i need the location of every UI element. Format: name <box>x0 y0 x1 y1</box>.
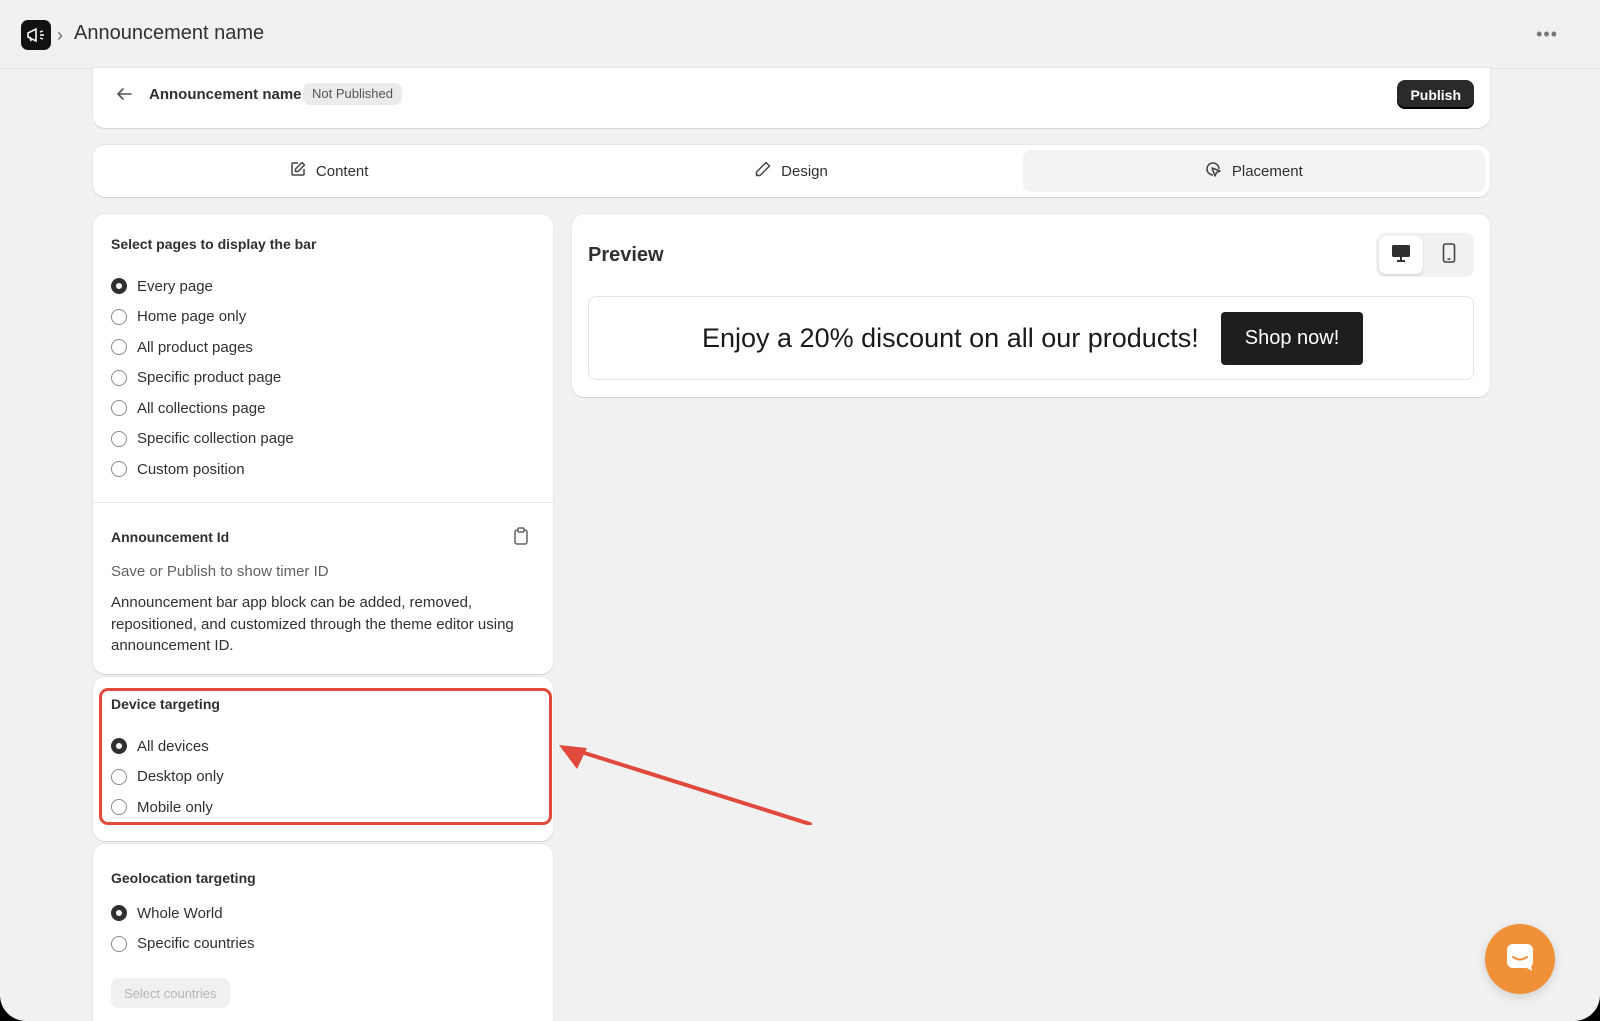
announcement-id-description: Announcement bar app block can be added,… <box>111 594 514 654</box>
announcement-header: Announcement name Not Published Publish <box>93 68 1490 128</box>
clipboard-icon[interactable] <box>513 527 529 550</box>
page-title: Announcement name <box>74 22 265 44</box>
pages-radio-group: Every page Home page only All product pa… <box>111 271 294 485</box>
radio-specific-countries[interactable]: Specific countries <box>111 929 255 960</box>
annotation-arrow-icon <box>559 745 812 825</box>
tab-placement-label: Placement <box>1231 162 1303 180</box>
radio-specific-product[interactable]: Specific product page <box>111 363 294 394</box>
pages-section-title: Select pages to display the bar <box>111 236 317 252</box>
shop-now-button[interactable]: Shop now! <box>1221 312 1363 365</box>
preview-card: Preview Enjoy a 20% discount on all our … <box>572 214 1490 397</box>
radio-label: All collections page <box>137 399 266 417</box>
radio-label: Specific collection page <box>137 430 294 448</box>
divider <box>93 502 553 503</box>
announcement-name: Announcement name <box>149 86 302 103</box>
radio-label: Home page only <box>137 308 247 326</box>
radio-button[interactable] <box>111 339 127 356</box>
desktop-preview-button[interactable] <box>1379 236 1423 274</box>
tab-design[interactable]: Design <box>560 150 1022 192</box>
radio-home-page[interactable]: Home page only <box>111 302 294 333</box>
radio-label: Specific countries <box>137 935 255 953</box>
page-selection-card: Select pages to display the bar Every pa… <box>93 214 553 674</box>
radio-button[interactable] <box>111 799 127 816</box>
radio-all-products[interactable]: All product pages <box>111 332 294 363</box>
radio-button[interactable] <box>111 369 127 386</box>
radio-button[interactable] <box>111 461 127 478</box>
radio-every-page[interactable]: Every page <box>111 271 294 302</box>
radio-custom-position[interactable]: Custom position <box>111 454 294 485</box>
app-window: › Announcement name ••• Announcement nam… <box>0 0 1600 1021</box>
announcement-id-hint: Save or Publish to show timer ID <box>111 563 329 580</box>
back-arrow-icon[interactable] <box>115 86 133 107</box>
radio-button[interactable] <box>111 308 127 325</box>
radio-all-devices[interactable]: All devices <box>111 731 224 762</box>
select-countries-button[interactable]: Select countries <box>111 978 230 1008</box>
chevron-right-icon: › <box>57 25 63 45</box>
radio-mobile-only[interactable]: Mobile only <box>111 792 224 823</box>
radio-button[interactable] <box>111 430 127 447</box>
mobile-icon <box>1442 242 1456 268</box>
publish-button[interactable]: Publish <box>1397 80 1474 109</box>
chat-launcher-button[interactable] <box>1485 924 1555 994</box>
radio-button[interactable] <box>111 768 127 785</box>
radio-specific-collection[interactable]: Specific collection page <box>111 424 294 455</box>
geo-targeting-title: Geolocation targeting <box>111 870 256 886</box>
radio-whole-world[interactable]: Whole World <box>111 898 255 929</box>
radio-label: Specific product page <box>137 369 282 387</box>
tab-design-label: Design <box>781 162 828 180</box>
radio-button[interactable] <box>111 278 127 295</box>
radio-button[interactable] <box>111 935 127 952</box>
radio-all-collections[interactable]: All collections page <box>111 393 294 424</box>
device-targeting-card: Device targeting All devices Desktop onl… <box>93 677 553 841</box>
announcement-bar-preview: Enjoy a 20% discount on all our products… <box>588 296 1474 380</box>
device-radio-group: All devices Desktop only Mobile only <box>111 731 224 823</box>
radio-button[interactable] <box>111 400 127 417</box>
radio-label: Desktop only <box>137 768 224 786</box>
radio-label: Every page <box>137 277 213 295</box>
device-toggle <box>1376 233 1474 277</box>
status-badge: Not Published <box>303 83 402 105</box>
radio-label: Whole World <box>137 904 223 922</box>
radio-label: Custom position <box>137 460 245 478</box>
megaphone-icon[interactable] <box>21 20 51 50</box>
app-top-bar: › Announcement name ••• <box>0 0 1600 69</box>
device-targeting-title: Device targeting <box>111 696 220 712</box>
tab-content[interactable]: Content <box>98 150 560 192</box>
preview-title: Preview <box>588 244 664 266</box>
cursor-click-icon <box>1205 161 1222 182</box>
radio-button[interactable] <box>111 905 127 922</box>
more-options-icon[interactable]: ••• <box>1536 24 1558 45</box>
announcement-id-title: Announcement Id <box>111 529 230 545</box>
radio-label: Mobile only <box>137 798 213 816</box>
pencil-icon <box>755 161 771 181</box>
chat-icon <box>1505 942 1535 977</box>
radio-desktop-only[interactable]: Desktop only <box>111 762 224 793</box>
geo-radio-group: Whole World Specific countries <box>111 898 255 959</box>
desktop-icon <box>1391 244 1411 267</box>
geolocation-targeting-card: Geolocation targeting Whole World Specif… <box>93 844 553 1021</box>
mobile-preview-button[interactable] <box>1427 236 1471 274</box>
radio-label: All product pages <box>137 338 253 356</box>
tab-placement[interactable]: Placement <box>1022 150 1485 192</box>
edit-icon <box>290 161 306 181</box>
radio-label: All devices <box>137 737 209 755</box>
tab-bar: Content Design Placement <box>93 145 1490 197</box>
radio-button[interactable] <box>111 738 127 755</box>
announcement-bar-text: Enjoy a 20% discount on all our products… <box>702 323 1199 353</box>
tab-content-label: Content <box>315 162 369 180</box>
